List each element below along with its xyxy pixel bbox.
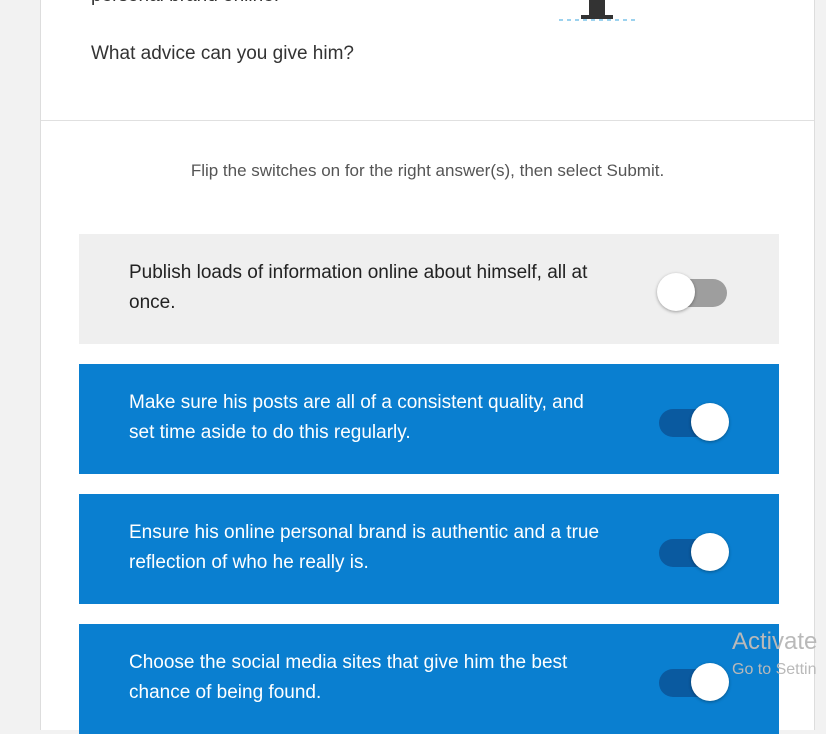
illustration-fragment [559,0,639,21]
scenario-text: personal brand online. [91,0,279,8]
answer-option-4[interactable]: Choose the social media sites that give … [79,624,779,734]
toggle-knob [691,403,729,441]
answer-option-3[interactable]: Ensure his online personal brand is auth… [79,494,779,604]
answer-option-label: Publish loads of information online abou… [129,262,588,313]
answer-option-label: Choose the social media sites that give … [129,652,568,703]
toggle-knob [657,273,695,311]
quiz-card: personal brand online. What advice can y… [40,0,815,734]
instructions: Flip the switches on for the right answe… [190,161,665,180]
toggle-knob [691,663,729,701]
question-text: What advice can you give him? [91,43,354,64]
watermark-title: Activate [732,628,818,655]
toggle-switch[interactable] [659,533,729,571]
toggle-switch[interactable] [659,663,729,701]
watermark-subtitle: Go to Settin [732,661,817,678]
toggle-switch[interactable] [659,403,729,441]
toggle-knob [691,533,729,571]
windows-activation-watermark: Activate Go to Settin [732,628,817,681]
answer-option-1[interactable]: Publish loads of information online abou… [79,234,779,344]
answer-option-label: Ensure his online personal brand is auth… [129,522,600,573]
toggle-switch[interactable] [657,273,729,311]
divider [41,120,814,121]
answer-option-label: Make sure his posts are all of a consist… [129,392,584,443]
answer-option-2[interactable]: Make sure his posts are all of a consist… [79,364,779,474]
